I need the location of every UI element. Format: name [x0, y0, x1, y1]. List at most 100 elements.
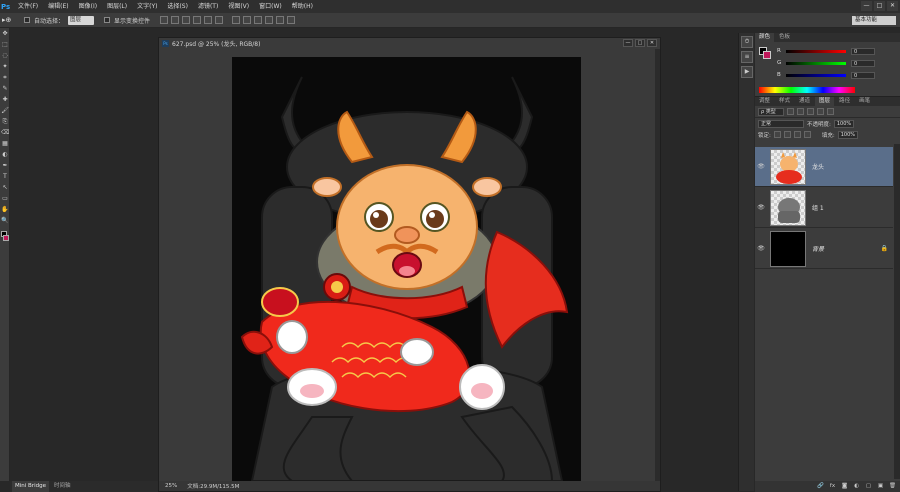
- close-button[interactable]: ✕: [887, 1, 898, 11]
- zoom-tool-icon[interactable]: 🔍: [1, 217, 9, 225]
- zoom-level[interactable]: 25%: [165, 483, 177, 489]
- visibility-eye-icon[interactable]: 👁: [755, 204, 767, 211]
- move-tool-icon[interactable]: ✥: [1, 30, 9, 38]
- quick-select-tool-icon[interactable]: ✦: [1, 63, 9, 71]
- layer-row-dragon-head[interactable]: 👁 龙头: [755, 147, 893, 187]
- shape-tool-icon[interactable]: ▭: [1, 195, 9, 203]
- adjustment-layer-icon[interactable]: ◐: [853, 483, 860, 490]
- tab-timeline[interactable]: 时间轴: [51, 481, 74, 492]
- doc-minimize-button[interactable]: —: [623, 39, 633, 47]
- lock-position-icon[interactable]: [793, 131, 801, 138]
- hand-tool-icon[interactable]: ✋: [1, 206, 9, 214]
- type-tool-icon[interactable]: T: [1, 173, 9, 181]
- lock-transparent-icon[interactable]: [773, 131, 781, 138]
- filter-adjust-icon[interactable]: [797, 108, 804, 115]
- workspace-switcher[interactable]: 基本功能: [852, 16, 896, 25]
- canvas-scrollbar[interactable]: [655, 49, 660, 482]
- green-value-field[interactable]: 0: [851, 59, 875, 67]
- move-tool-preset-icon[interactable]: ▸⊕: [2, 15, 20, 26]
- artboard[interactable]: [232, 57, 581, 481]
- tab-adjustments[interactable]: 调整: [755, 97, 774, 106]
- properties-panel-icon[interactable]: ≡: [741, 51, 753, 63]
- auto-select-checkbox[interactable]: [24, 17, 30, 23]
- link-layers-icon[interactable]: 🔗: [817, 483, 824, 490]
- align-top-icon[interactable]: [160, 16, 169, 24]
- distribute-vcenter-icon[interactable]: [243, 16, 252, 24]
- lock-all-icon[interactable]: [803, 131, 811, 138]
- lock-pixels-icon[interactable]: [783, 131, 791, 138]
- new-group-icon[interactable]: ▢: [865, 483, 872, 490]
- crop-tool-icon[interactable]: ⌗: [1, 74, 9, 82]
- background-color-swatch[interactable]: [3, 235, 9, 241]
- menu-view[interactable]: 视图(V): [223, 0, 254, 13]
- align-right-icon[interactable]: [215, 16, 224, 24]
- menu-file[interactable]: 文件(F): [13, 0, 43, 13]
- align-vcenter-icon[interactable]: [171, 16, 180, 24]
- add-mask-icon[interactable]: ◙: [841, 483, 848, 490]
- layer-name[interactable]: 组 1: [812, 203, 824, 212]
- align-left-icon[interactable]: [193, 16, 202, 24]
- red-value-field[interactable]: 0: [851, 47, 875, 55]
- tab-mini-bridge[interactable]: Mini Bridge: [12, 481, 49, 492]
- healing-tool-icon[interactable]: ✚: [1, 96, 9, 104]
- tab-brushes[interactable]: 画笔: [855, 97, 874, 106]
- opacity-field[interactable]: 100%: [833, 119, 854, 128]
- blend-mode-dropdown[interactable]: 正常: [758, 119, 804, 128]
- tab-color[interactable]: 颜色: [755, 33, 775, 42]
- blue-value-field[interactable]: 0: [851, 71, 875, 79]
- filter-type-icon[interactable]: [807, 108, 814, 115]
- tab-paths[interactable]: 路径: [835, 97, 854, 106]
- align-hcenter-icon[interactable]: [204, 16, 213, 24]
- menu-type[interactable]: 文字(Y): [132, 0, 162, 13]
- visibility-eye-icon[interactable]: 👁: [755, 245, 767, 252]
- tab-swatches[interactable]: 色板: [775, 33, 794, 42]
- filter-shape-icon[interactable]: [817, 108, 824, 115]
- filter-pixel-icon[interactable]: [787, 108, 794, 115]
- doc-size-info[interactable]: 文档:29.9M/115.5M: [187, 482, 239, 490]
- tab-channels[interactable]: 通道: [795, 97, 814, 106]
- layers-scrollbar[interactable]: [894, 144, 900, 479]
- visibility-eye-icon[interactable]: 👁: [755, 163, 767, 170]
- marquee-tool-icon[interactable]: ⬚: [1, 41, 9, 49]
- distribute-right-icon[interactable]: [287, 16, 296, 24]
- blue-slider[interactable]: [786, 73, 846, 77]
- history-panel-icon[interactable]: ⏱: [741, 36, 753, 48]
- brush-tool-icon[interactable]: 🖌: [1, 107, 9, 115]
- distribute-bottom-icon[interactable]: [254, 16, 263, 24]
- align-bottom-icon[interactable]: [182, 16, 191, 24]
- maximize-button[interactable]: □: [874, 1, 885, 11]
- distribute-hcenter-icon[interactable]: [276, 16, 285, 24]
- document-tab[interactable]: Ps 627.psd @ 25% (龙头, RGB/8): [159, 38, 660, 49]
- menu-image[interactable]: 图像(I): [74, 0, 102, 13]
- filter-smart-icon[interactable]: [827, 108, 834, 115]
- green-slider[interactable]: [786, 61, 846, 65]
- menu-filter[interactable]: 滤镜(T): [193, 0, 223, 13]
- layer-filter-dropdown[interactable]: ρ 类型: [758, 107, 784, 116]
- minimize-button[interactable]: —: [861, 1, 872, 11]
- distribute-top-icon[interactable]: [232, 16, 241, 24]
- gradient-tool-icon[interactable]: ▦: [1, 140, 9, 148]
- dodge-tool-icon[interactable]: ◐: [1, 151, 9, 159]
- tab-styles[interactable]: 样式: [775, 97, 794, 106]
- menu-edit[interactable]: 编辑(E): [43, 0, 73, 13]
- auto-select-dropdown[interactable]: 图层: [68, 15, 95, 25]
- fill-field[interactable]: 100%: [837, 130, 858, 139]
- menu-select[interactable]: 选择(S): [162, 0, 193, 13]
- show-transform-checkbox[interactable]: [104, 17, 111, 23]
- path-select-tool-icon[interactable]: ↖: [1, 184, 9, 192]
- layer-row-background[interactable]: 👁 背景 🔒: [755, 229, 893, 269]
- actions-panel-icon[interactable]: ▶: [741, 66, 753, 78]
- tab-layers[interactable]: 图层: [815, 97, 835, 106]
- layer-name[interactable]: 龙头: [812, 162, 824, 171]
- menu-help[interactable]: 帮助(H): [287, 0, 318, 13]
- menu-layer[interactable]: 图层(L): [102, 0, 132, 13]
- delete-layer-icon[interactable]: 🗑: [889, 483, 896, 490]
- new-layer-icon[interactable]: ▣: [877, 483, 884, 490]
- layer-name[interactable]: 背景: [812, 244, 824, 253]
- menu-window[interactable]: 窗口(W): [254, 0, 287, 13]
- panel-background-swatch[interactable]: [763, 51, 771, 59]
- doc-close-button[interactable]: ✕: [647, 39, 657, 47]
- clone-stamp-tool-icon[interactable]: ⎘: [1, 118, 9, 126]
- layer-style-icon[interactable]: fx: [829, 483, 836, 490]
- color-spectrum-bar[interactable]: [759, 87, 855, 93]
